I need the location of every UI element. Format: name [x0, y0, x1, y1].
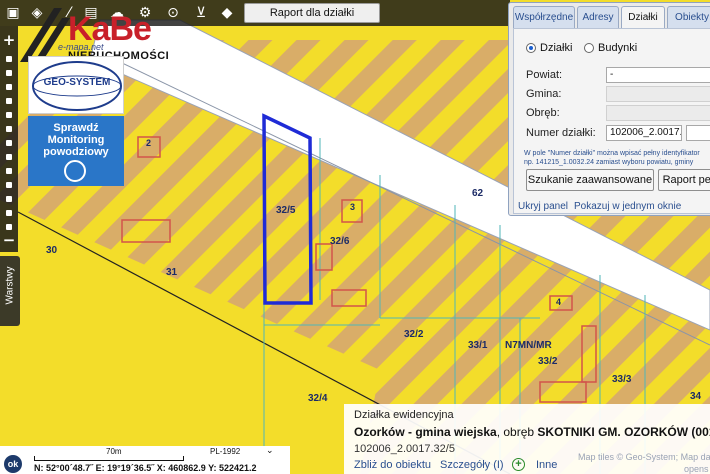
zoom-level-dot[interactable]: [6, 70, 12, 76]
info-precinct: SKOTNIKI GM. OZORKÓW (0017),: [537, 425, 710, 439]
scale-line: [34, 456, 184, 461]
info-identifier: 102006_2.0017.32/5: [354, 443, 455, 455]
building-number: 2: [146, 138, 152, 148]
parcel-label: 30: [46, 245, 58, 256]
county-select[interactable]: -: [606, 67, 710, 83]
parcel-label: 32/2: [404, 329, 424, 340]
map-attribution: Map tiles © Geo-System; Map data ©: [578, 452, 710, 462]
geo-system-logo[interactable]: GEO-SYSTEM: [28, 56, 124, 114]
zoom-level-dot[interactable]: [6, 98, 12, 104]
map-attribution-2: opens: [684, 464, 709, 474]
flood-monitoring-banner[interactable]: Sprawdź Monitoring powodziowy: [28, 116, 124, 186]
building-number: 4: [556, 297, 562, 307]
chevron-down-icon[interactable]: ⌄: [266, 445, 274, 456]
more-link[interactable]: Inne: [536, 459, 557, 471]
zoom-level-dot[interactable]: [6, 112, 12, 118]
details-link[interactable]: Szczegóły (I): [440, 459, 504, 471]
zoom-level-dot[interactable]: [6, 168, 12, 174]
advanced-search-button[interactable]: Szukanie zaawansowane: [526, 169, 654, 191]
tab-addresses[interactable]: Adresy: [577, 6, 619, 28]
parcel-label: 62: [472, 188, 484, 199]
emapa-watermark: e-mapa.net: [58, 42, 104, 52]
scale-distance: 70m: [106, 447, 122, 456]
zoom-level-dot[interactable]: [6, 196, 12, 202]
parcel-label: 31: [166, 267, 178, 278]
geo-system-label: GEO-SYSTEM: [43, 77, 111, 88]
info-title: Działka ewidencyjna: [354, 409, 454, 421]
magnifier-icon: [64, 160, 86, 182]
county-label: Powiat:: [526, 69, 563, 81]
precinct-select[interactable]: [606, 105, 710, 121]
parcel-info-popup: Działka ewidencyjna Ozorków - gmina wiej…: [344, 404, 710, 474]
full-report-button[interactable]: Raport peł: [658, 169, 710, 191]
flood-monitoring-label: Sprawdź Monitoring powodziowy: [43, 122, 109, 158]
precinct-label: Obręb:: [526, 107, 560, 119]
parcel-search-button[interactable]: [686, 125, 710, 141]
panel-body: Działki Budynki Powiat: - Gmina: Obręb: …: [513, 28, 710, 214]
zoom-to-object-link[interactable]: Zbliż do obiektu: [354, 459, 431, 471]
parcel-label: 34: [690, 391, 702, 402]
zoom-in-button[interactable]: +: [0, 32, 18, 48]
tab-objects[interactable]: Obiekty: [667, 6, 710, 28]
zoom-level-dot[interactable]: [6, 126, 12, 132]
zoom-level-dot[interactable]: [6, 84, 12, 90]
ok-button[interactable]: ok: [4, 455, 22, 473]
zoom-level-dot[interactable]: [6, 182, 12, 188]
layers-tab-label: Warstwy: [4, 266, 16, 305]
parcel-label: 33/3: [612, 374, 632, 385]
radio-parcels[interactable]: [526, 43, 536, 53]
layers-tab[interactable]: Warstwy: [0, 256, 20, 326]
plus-icon[interactable]: +: [512, 458, 525, 471]
hide-panel-link[interactable]: Ukryj panel: [518, 201, 568, 212]
hint-line: W pole "Numer działki" można wpisać pełn…: [524, 150, 700, 157]
commune-select[interactable]: [606, 86, 710, 102]
building-number: 3: [350, 202, 356, 212]
parcel-number-input[interactable]: 102006_2.0017.32/5: [606, 125, 682, 141]
zoom-level-dot[interactable]: [6, 210, 12, 216]
zoom-level-dot[interactable]: [6, 224, 12, 230]
radio-buildings[interactable]: [584, 43, 594, 53]
parcel-number-label: Numer działki:: [526, 127, 596, 139]
search-panel: Współrzędne Adresy Działki Obiekty Dział…: [508, 2, 710, 216]
hint-line: np. 141215_1.0032.24 zamiast wyboru powi…: [524, 159, 694, 166]
parcel-label: 32/5: [276, 205, 296, 216]
zoom-level-dot[interactable]: [6, 56, 12, 62]
parcel-label: 32/4: [308, 393, 328, 404]
info-commune: Ozorków - gmina wiejska: [354, 425, 497, 439]
tab-coordinates[interactable]: Współrzędne: [513, 6, 575, 28]
tab-parcels[interactable]: Działki: [621, 6, 665, 28]
radio-buildings-label: Budynki: [598, 42, 638, 54]
kabe-logo-text: KaBe: [68, 10, 152, 48]
parcel-label: 33/1: [468, 340, 488, 351]
info-location: Ozorków - gmina wiejska, obręb SKOTNIKI …: [354, 425, 710, 439]
zoom-level-dot[interactable]: [6, 154, 12, 160]
single-window-link[interactable]: Pokazuj w jednym oknie: [574, 201, 681, 212]
eraser-icon[interactable]: ◆: [218, 4, 236, 22]
parcel-label: 33/2: [538, 356, 558, 367]
zoom-out-button[interactable]: −: [0, 232, 18, 248]
radio-parcels-label: Działki: [540, 42, 573, 54]
zoom-bar: + −: [0, 26, 18, 252]
parcel-hint: W pole "Numer działki" można wpisać pełn…: [524, 149, 710, 167]
cart-icon[interactable]: ⊻: [192, 4, 210, 22]
info-precinct-prefix: , obręb: [496, 425, 538, 439]
commune-label: Gmina:: [526, 88, 562, 100]
zoom-level-dot[interactable]: [6, 140, 12, 146]
parcel-label: 32/6: [330, 236, 350, 247]
report-button[interactable]: Raport dla działki: [244, 3, 380, 23]
parcel-label: N7MN/MR: [505, 340, 552, 351]
coordinates-readout: N: 52°00´48.7˝ E: 19°19´36.5˝ X: 460862.…: [34, 463, 257, 473]
crs-select[interactable]: PL-1992: [210, 447, 240, 456]
